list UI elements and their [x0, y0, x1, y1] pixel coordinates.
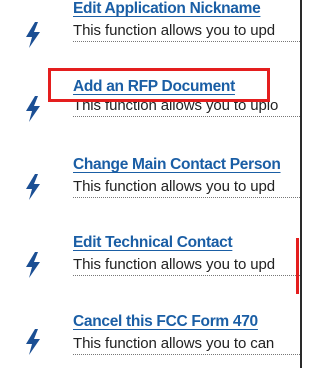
function-description: This function allows you to upd: [73, 178, 300, 198]
lightning-bolt-icon: [26, 22, 40, 48]
lightning-bolt-icon: [26, 329, 40, 355]
edit-technical-contact-link[interactable]: Edit Technical Contact: [73, 234, 233, 252]
function-item-change-main-contact-person: Change Main Contact Person This function…: [0, 156, 331, 216]
add-rfp-document-link[interactable]: Add an RFP Document: [73, 78, 235, 96]
lightning-bolt-icon: [26, 252, 40, 278]
function-description: This function allows you to can: [73, 335, 300, 355]
highlight-box-fragment: [296, 238, 299, 294]
function-item-edit-application-nickname: Edit Application Nickname This function …: [0, 0, 331, 60]
lightning-bolt-icon: [26, 96, 40, 122]
function-item-edit-technical-contact: Edit Technical Contact This function all…: [0, 234, 331, 294]
function-description: This function allows you to uplo: [73, 97, 300, 117]
function-item-cancel-fcc-form-470: Cancel this FCC Form 470 This function a…: [0, 313, 331, 373]
edit-application-nickname-link[interactable]: Edit Application Nickname: [73, 0, 261, 18]
function-description: This function allows you to upd: [73, 256, 300, 276]
change-main-contact-person-link[interactable]: Change Main Contact Person: [73, 156, 281, 174]
lightning-bolt-icon: [26, 174, 40, 200]
panel-divider: [300, 0, 302, 368]
function-item-add-rfp-document: Add an RFP Document This function allows…: [0, 78, 331, 138]
cancel-fcc-form-470-link[interactable]: Cancel this FCC Form 470: [73, 313, 258, 331]
function-description: This function allows you to upd: [73, 22, 300, 42]
